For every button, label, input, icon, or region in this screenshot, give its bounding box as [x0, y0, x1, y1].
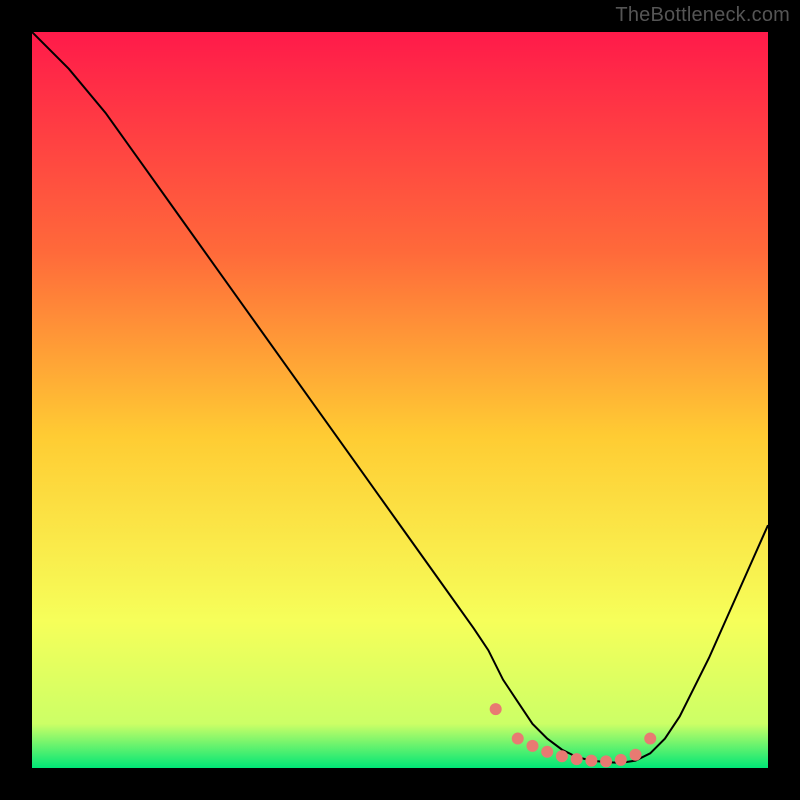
marker-dot: [644, 733, 656, 745]
marker-dot: [556, 750, 568, 762]
chart-plot: [32, 32, 768, 768]
marker-dot: [615, 754, 627, 766]
marker-dot: [630, 749, 642, 761]
chart-frame: TheBottleneck.com: [0, 0, 800, 800]
chart-background: [32, 32, 768, 768]
marker-dot: [490, 703, 502, 715]
marker-dot: [526, 740, 538, 752]
marker-dot: [512, 733, 524, 745]
marker-dot: [571, 753, 583, 765]
marker-dot: [541, 746, 553, 758]
marker-dot: [600, 755, 612, 767]
marker-dot: [585, 755, 597, 767]
chart-svg: [32, 32, 768, 768]
watermark-text: TheBottleneck.com: [615, 4, 790, 27]
